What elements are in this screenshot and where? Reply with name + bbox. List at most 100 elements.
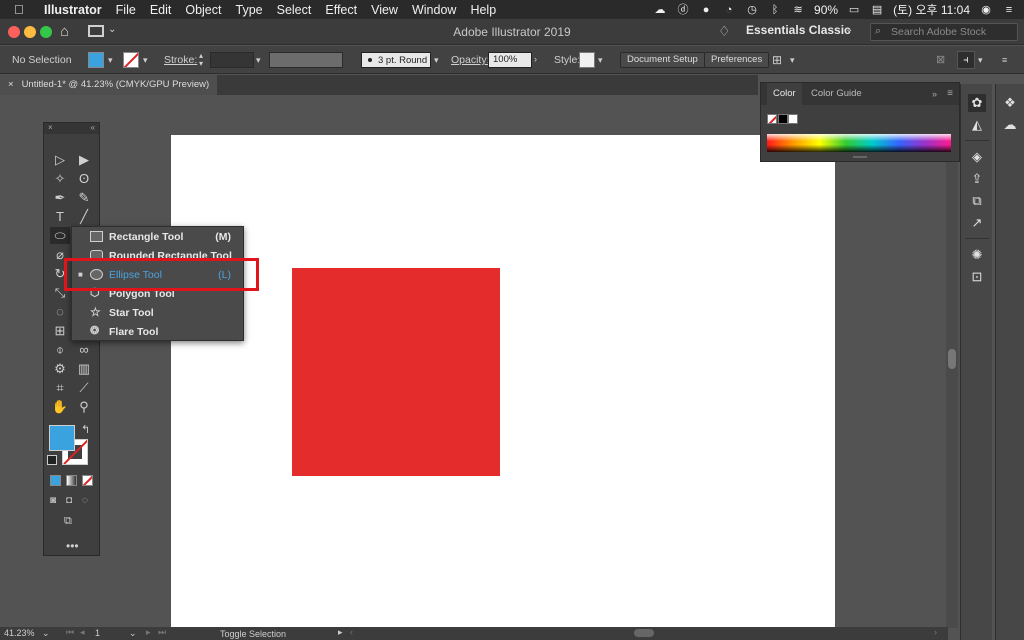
menu-select[interactable]: Select — [277, 3, 312, 17]
menu-window[interactable]: Window — [412, 3, 456, 17]
stroke-label[interactable]: Stroke: — [164, 54, 197, 66]
pen-tool-icon[interactable]: ✒ — [50, 189, 70, 206]
document-tab[interactable]: × Untitled-1* @ 41.23% (CMYK/GPU Preview… — [0, 75, 218, 95]
close-icon[interactable]: × — [48, 123, 53, 132]
zoom-tool-icon[interactable]: ⚲ — [74, 398, 94, 415]
libraries-icon[interactable]: ☁ — [1001, 116, 1019, 134]
color-spectrum-bar[interactable] — [767, 134, 951, 152]
menu-help[interactable]: Help — [470, 3, 496, 17]
menu-view[interactable]: View — [371, 3, 398, 17]
stroke-color-swatch[interactable] — [123, 52, 139, 68]
input-source-flag-icon[interactable]: ▤ — [870, 4, 884, 16]
hand-tool-icon[interactable]: ✋ — [50, 398, 70, 415]
next-artboard-icon[interactable]: ▸ — [146, 627, 151, 638]
black-swatch[interactable] — [778, 114, 788, 124]
lightbulb-icon[interactable]: ♢ — [718, 23, 731, 40]
stock-search-input[interactable] — [891, 25, 1015, 39]
opacity-label[interactable]: Opacity: — [451, 54, 490, 66]
appearance-icon[interactable]: ✺ — [968, 246, 986, 264]
brush-definition[interactable]: 3 pt. Round — [361, 52, 431, 68]
scroll-right-icon[interactable]: › — [934, 627, 937, 637]
default-fill-stroke-icon[interactable] — [47, 455, 57, 465]
bluetooth-icon[interactable]: ᛒ — [768, 4, 782, 16]
status-text[interactable]: Toggle Selection — [220, 629, 286, 639]
menu-object[interactable]: Object — [185, 3, 221, 17]
edit-toolbar-icon[interactable]: ••• — [66, 539, 79, 553]
color-guide-icon[interactable]: ◭ — [968, 116, 986, 134]
transform-icon[interactable]: ⊠ — [936, 53, 945, 66]
collapse-icon[interactable]: » — [932, 89, 937, 99]
fill-color-box[interactable] — [49, 425, 75, 451]
chevron-down-icon[interactable]: ▾ — [108, 55, 113, 66]
tools-panel-header[interactable]: × « — [44, 123, 99, 134]
curvature-tool-icon[interactable]: ✎ — [74, 189, 94, 206]
fill-color-swatch[interactable] — [88, 52, 104, 68]
flyout-item-rectangle[interactable]: Rectangle Tool (M) — [72, 227, 245, 246]
gradient-mode-button[interactable] — [66, 475, 77, 486]
opacity-input[interactable]: 100% — [488, 52, 532, 68]
properties-icon[interactable]: ❖ — [1001, 94, 1019, 112]
shape-builder-tool-icon[interactable]: ◌ — [50, 303, 70, 320]
column-graph-tool-icon[interactable]: ▥ — [74, 360, 94, 377]
layers-icon[interactable]: ◈ — [968, 148, 986, 166]
variable-width-profile[interactable] — [269, 52, 343, 68]
collapse-icon[interactable]: « — [91, 123, 95, 132]
battery-icon[interactable]: ▭ — [847, 4, 861, 16]
flyout-item-flare[interactable]: ❂ Flare Tool — [72, 322, 245, 341]
direct-selection-tool-icon[interactable]: ▶ — [74, 151, 94, 168]
line-segment-tool-icon[interactable]: ╱ — [74, 208, 94, 225]
chevron-down-icon[interactable]: ▾ — [143, 55, 148, 66]
symbol-sprayer-tool-icon[interactable]: ⚙ — [50, 360, 70, 377]
export-icon[interactable]: ↗ — [968, 214, 986, 232]
stroke-weight-input[interactable] — [210, 52, 254, 68]
none-swatch[interactable] — [767, 114, 777, 124]
apple-icon[interactable]:  — [14, 2, 30, 17]
lasso-tool-icon[interactable]: ʘ — [74, 170, 94, 187]
screen-mode-icon[interactable]: ⧉ — [64, 515, 72, 528]
preferences-button[interactable]: Preferences — [704, 52, 770, 68]
color-panel-icon[interactable]: ✿ — [968, 94, 986, 112]
draw-behind-icon[interactable]: ◘ — [66, 495, 72, 506]
selection-tool-icon[interactable]: ▷ — [50, 151, 70, 168]
flyout-item-star[interactable]: ☆ Star Tool — [72, 303, 245, 322]
white-swatch[interactable] — [788, 114, 798, 124]
graphic-styles-icon[interactable]: ⊡ — [968, 268, 986, 286]
notification-center-icon[interactable]: ≡ — [1002, 4, 1016, 16]
chevron-down-icon[interactable]: ▾ — [598, 55, 603, 66]
chevron-down-icon[interactable]: ▾ — [790, 55, 795, 66]
tab-color-guide[interactable]: Color Guide — [805, 83, 868, 105]
artboard[interactable] — [171, 135, 835, 627]
blend-tool-icon[interactable]: ∞ — [74, 341, 94, 358]
menu-file[interactable]: File — [116, 3, 136, 17]
swap-fill-stroke-icon[interactable]: ↰ — [81, 423, 90, 436]
panel-menu-icon[interactable]: ≡ — [1002, 55, 1007, 65]
wifi-icon[interactable]: ≋ — [791, 4, 805, 16]
draw-inside-icon[interactable]: ◌ — [82, 495, 88, 506]
workspace-switcher[interactable]: Essentials Classic — [746, 23, 851, 41]
none-mode-button[interactable] — [82, 475, 93, 486]
scroll-left-icon[interactable]: ‹ — [350, 627, 353, 637]
document-setup-button[interactable]: Document Setup — [620, 52, 705, 68]
chevron-right-icon[interactable]: › — [534, 54, 537, 64]
scrollbar-thumb[interactable] — [948, 349, 956, 369]
status-menu-arrow-icon[interactable]: ▸ — [338, 627, 343, 638]
mesh-tool-icon[interactable]: ⊞ — [50, 322, 70, 339]
menu-effect[interactable]: Effect — [325, 3, 357, 17]
arrange-icon[interactable]: ⊞ — [772, 53, 782, 67]
first-artboard-icon[interactable]: ⏮ — [66, 627, 74, 638]
eyedropper-tool-icon[interactable]: ⌽ — [50, 341, 70, 358]
sync-icon[interactable]: ◔ — [722, 4, 736, 16]
slice-tool-icon[interactable]: ⟋ — [74, 379, 94, 396]
panel-menu-icon[interactable]: ≡ — [947, 88, 953, 99]
chat-icon[interactable]: ● — [699, 4, 713, 16]
tab-color[interactable]: Color — [767, 83, 802, 105]
stroke-stepper[interactable]: ▴ ▾ — [196, 52, 206, 68]
menubar-clock[interactable]: (토) 오후 11:04 — [893, 1, 970, 18]
panel-resize-grip[interactable] — [853, 156, 867, 158]
chevron-down-icon[interactable]: ⌄ — [845, 24, 853, 35]
chevron-down-icon[interactable]: ⌄ — [42, 628, 50, 639]
vertical-scrollbar[interactable] — [946, 95, 958, 628]
chevron-down-icon[interactable]: ▾ — [978, 55, 983, 66]
magic-wand-tool-icon[interactable]: ✧ — [50, 170, 70, 187]
asset-export-icon[interactable]: ⇪ — [968, 170, 986, 188]
